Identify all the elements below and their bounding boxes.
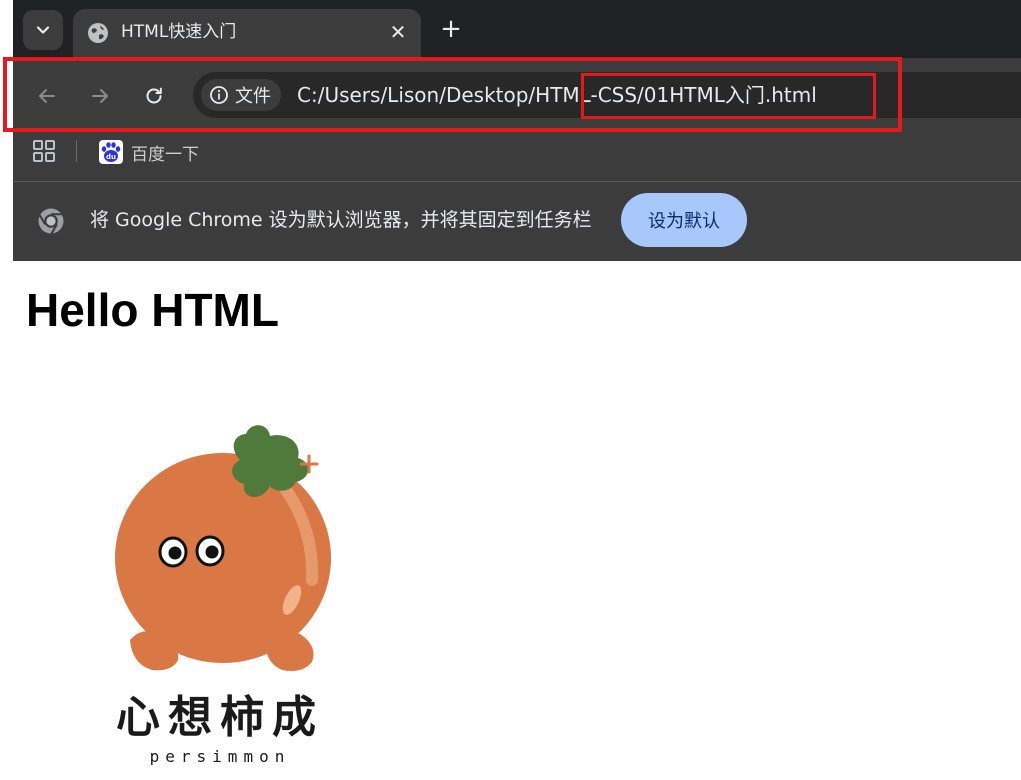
globe-icon xyxy=(88,23,108,43)
tab-strip: HTML快速入门 ✕ + xyxy=(13,0,1021,58)
default-browser-infobar: 将 Google Chrome 设为默认浏览器，并将其固定到任务栏 设为默认 xyxy=(13,182,1021,261)
logo-subtitle: persimmon xyxy=(150,747,291,765)
persimmon-character xyxy=(115,425,331,671)
bookmarks-bar: du 百度一下 xyxy=(13,130,1021,174)
tab-title: HTML快速入门 xyxy=(121,22,237,42)
close-icon[interactable]: ✕ xyxy=(386,21,410,45)
logo-title: 心想柿成 xyxy=(116,692,324,743)
set-default-button[interactable]: 设为默认 xyxy=(621,193,747,247)
active-tab[interactable]: HTML快速入门 ✕ xyxy=(73,9,421,58)
svg-text:du: du xyxy=(106,153,116,161)
tab-search-button[interactable] xyxy=(23,10,63,50)
bookmark-label: 百度一下 xyxy=(131,144,199,165)
bookmarks-divider xyxy=(76,140,77,162)
new-tab-button[interactable]: + xyxy=(439,16,463,42)
baidu-icon: du xyxy=(99,140,123,164)
chrome-logo-icon xyxy=(38,208,64,235)
apps-grid-icon[interactable] xyxy=(33,140,55,162)
chevron-down-icon xyxy=(36,26,50,34)
infobar-message: 将 Google Chrome 设为默认浏览器，并将其固定到任务栏 xyxy=(90,209,592,231)
annotation-highlight-filename xyxy=(581,73,876,119)
page-heading: Hello HTML xyxy=(26,284,279,336)
persimmon-logo-image: 心想柿成 persimmon xyxy=(115,425,331,765)
bookmark-baidu[interactable]: du 百度一下 xyxy=(99,138,199,166)
